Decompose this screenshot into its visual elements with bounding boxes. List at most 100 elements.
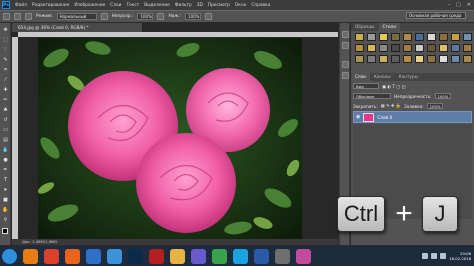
history-brush-icon[interactable]: ↺ (2, 117, 9, 124)
filter-icons[interactable]: ▣ ◐ T ▢ ◫ (382, 84, 405, 89)
healing-tool-icon[interactable]: ✚ (2, 87, 9, 94)
menu-view[interactable]: Просмотр (208, 3, 230, 8)
gradient-tool-icon[interactable]: ▤ (2, 137, 9, 144)
volume-icon[interactable] (431, 253, 438, 259)
style-swatch[interactable] (427, 44, 436, 52)
mode-select[interactable]: Нормальный (56, 13, 97, 20)
tab-styles[interactable]: Стили (378, 23, 400, 31)
style-swatch[interactable] (427, 33, 436, 41)
tab-layers[interactable]: Слои (351, 73, 370, 81)
zoom-tool-icon[interactable]: ⚲ (2, 217, 9, 224)
style-swatch[interactable] (463, 33, 472, 41)
menu-filter[interactable]: Фильтр (175, 3, 192, 8)
style-swatch[interactable] (367, 55, 376, 63)
menu-window[interactable]: Окно (235, 3, 246, 8)
style-swatch[interactable] (403, 33, 412, 41)
style-swatch[interactable] (403, 55, 412, 63)
style-swatch[interactable] (355, 44, 364, 52)
quick-select-tool-icon[interactable]: ✎ (2, 57, 9, 64)
skype-icon[interactable] (233, 248, 248, 264)
paint-icon[interactable] (296, 248, 311, 264)
style-swatch[interactable] (391, 55, 400, 63)
style-swatch[interactable] (367, 33, 376, 41)
style-swatch[interactable] (451, 33, 460, 41)
menu-edit[interactable]: Редактирование (32, 3, 70, 8)
pen-tool-icon[interactable]: ✒ (2, 167, 9, 174)
eyedropper-tool-icon[interactable]: ⁄ (2, 77, 9, 84)
menu-select[interactable]: Выделение (144, 3, 170, 8)
brush-preset-icon[interactable] (3, 13, 10, 20)
photoshop-icon[interactable] (128, 248, 143, 264)
calculator-icon[interactable] (275, 248, 290, 264)
menu-layers[interactable]: Слои (110, 3, 121, 8)
word-icon[interactable] (254, 248, 269, 264)
style-swatch[interactable] (439, 44, 448, 52)
image-canvas[interactable] (38, 38, 302, 241)
menu-type[interactable]: Текст (126, 3, 139, 8)
fill-field[interactable]: 100% (426, 103, 443, 109)
style-swatch[interactable] (415, 44, 424, 52)
lock-icons[interactable]: ▦ ✎ ✥ 🔒 (381, 103, 401, 109)
airbrush-icon[interactable] (157, 13, 165, 20)
stamp-tool-icon[interactable]: ♣ (2, 107, 9, 114)
chrome-icon[interactable] (44, 248, 59, 264)
clock[interactable]: 20:06 16.02.2016 (449, 251, 471, 261)
media-player-icon[interactable] (86, 248, 101, 264)
character-panel-icon[interactable] (342, 61, 349, 68)
workspace-select[interactable]: Основная рабочая среда (406, 12, 466, 19)
style-swatch[interactable] (355, 55, 364, 63)
minimize-icon[interactable]: – (448, 2, 451, 8)
style-swatch[interactable] (439, 55, 448, 63)
tab-swatches[interactable]: Образцы (351, 23, 379, 31)
shape-tool-icon[interactable]: ■ (2, 197, 9, 204)
move-tool-icon[interactable]: ✥ (2, 27, 9, 34)
layer-opacity-field[interactable]: 100% (434, 93, 451, 99)
style-swatch[interactable] (415, 33, 424, 41)
layer-kind-select[interactable]: Вид (353, 83, 379, 89)
history-panel-icon[interactable] (342, 31, 349, 38)
menu-image[interactable]: Изображение (74, 3, 105, 8)
menu-file[interactable]: Файл (15, 3, 27, 8)
paragraph-panel-icon[interactable] (342, 72, 349, 79)
style-swatch[interactable] (367, 44, 376, 52)
close-icon[interactable]: ✕ (467, 2, 471, 8)
pressure-size-icon[interactable] (205, 13, 213, 20)
opacity-field[interactable]: 100% (137, 13, 154, 20)
eraser-tool-icon[interactable]: ▭ (2, 127, 9, 134)
marquee-tool-icon[interactable]: ⬚ (2, 37, 9, 44)
style-swatch[interactable] (463, 55, 472, 63)
network-icon[interactable] (422, 253, 429, 259)
hand-tool-icon[interactable]: ✋ (2, 207, 9, 214)
type-tool-icon[interactable]: T (2, 177, 9, 184)
tab-paths[interactable]: Контуры (395, 73, 422, 81)
style-swatch[interactable] (391, 33, 400, 41)
adobe-reader-icon[interactable] (149, 248, 164, 264)
style-swatch[interactable] (379, 44, 388, 52)
style-swatch[interactable] (427, 55, 436, 63)
maximize-icon[interactable]: □ (456, 2, 461, 8)
foreground-color-swatch[interactable] (2, 228, 8, 234)
firefox-icon[interactable] (65, 248, 80, 264)
style-swatch[interactable] (415, 55, 424, 63)
dodge-tool-icon[interactable]: ● (2, 157, 9, 164)
document-tab[interactable]: 654.jpg @ 36% (Слой 0, RGB/8) * (12, 23, 142, 32)
style-swatch[interactable] (439, 33, 448, 41)
style-swatch[interactable] (463, 44, 472, 52)
fileshare-icon[interactable] (212, 248, 227, 264)
layer-name[interactable]: Слой 0 (377, 115, 392, 120)
tab-channels[interactable]: Каналы (370, 73, 395, 81)
vlc-icon[interactable] (23, 248, 38, 264)
brush-tool-icon[interactable]: ✏ (2, 97, 9, 104)
start-orb-icon[interactable] (2, 248, 17, 264)
crop-tool-icon[interactable]: ⌗ (2, 67, 9, 74)
blend-mode-select[interactable]: Обычные (353, 93, 391, 99)
menu-3d[interactable]: 3D (197, 3, 203, 8)
properties-panel-icon[interactable] (342, 42, 349, 49)
explorer-icon[interactable] (170, 248, 185, 264)
language-icon[interactable] (440, 253, 447, 259)
path-select-tool-icon[interactable]: ➤ (2, 187, 9, 194)
opacity-pressure-icon[interactable] (100, 13, 108, 20)
style-swatch[interactable] (379, 33, 388, 41)
visibility-eye-icon[interactable]: ◉ (356, 114, 360, 120)
style-swatch[interactable] (391, 44, 400, 52)
